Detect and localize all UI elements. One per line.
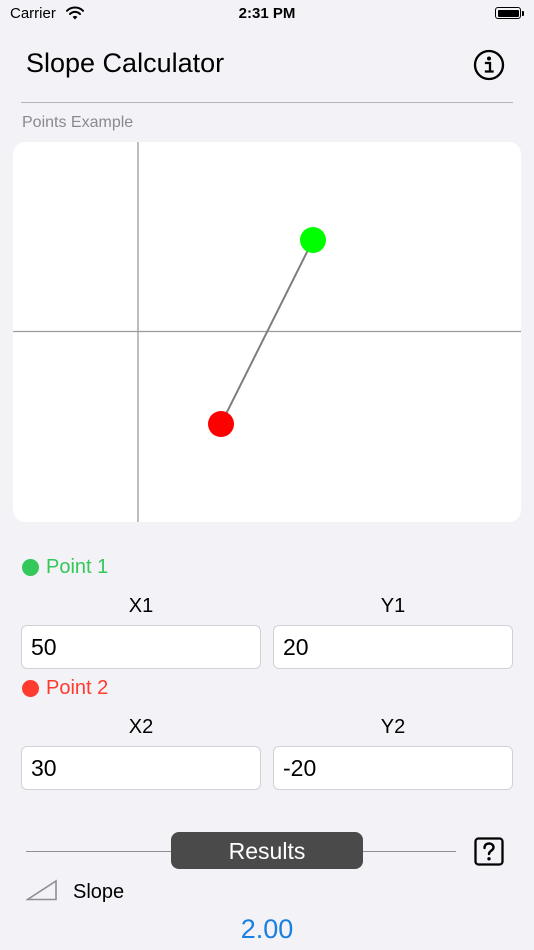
point1-heading: Point 1	[22, 556, 108, 579]
points-graph	[13, 142, 521, 522]
x2-label: X2	[128, 716, 154, 738]
results-divider-right	[362, 851, 456, 852]
point2-marker	[208, 411, 234, 437]
point2-dot-icon	[22, 680, 39, 697]
slope-triangle-icon	[26, 879, 57, 901]
point2-heading-label: Point 2	[46, 677, 109, 699]
status-bar: Carrier 2:31 PM	[0, 0, 534, 30]
battery-icon	[495, 7, 521, 19]
graph-canvas	[13, 142, 521, 522]
y2-label: Y2	[380, 716, 406, 738]
point1-dot-icon	[22, 559, 39, 576]
results-divider-left	[26, 851, 172, 852]
info-icon[interactable]	[473, 49, 505, 81]
x1-label: X1	[128, 595, 154, 617]
header-divider	[21, 102, 513, 103]
results-button[interactable]: Results	[171, 832, 363, 869]
battery-tip	[522, 11, 524, 16]
point1-heading-label: Point 1	[46, 556, 109, 578]
status-time: 2:31 PM	[238, 5, 296, 22]
y1-input[interactable]	[273, 625, 513, 669]
question-mark-icon[interactable]	[474, 837, 504, 866]
point1-marker	[300, 227, 326, 253]
point2-heading: Point 2	[22, 677, 108, 700]
y2-input[interactable]	[273, 746, 513, 790]
slope-label: Slope	[73, 881, 125, 903]
y1-label: Y1	[380, 595, 406, 617]
page-title: Slope Calculator	[26, 48, 225, 78]
graph-section-label: Points Example	[22, 114, 134, 131]
x2-input[interactable]	[21, 746, 261, 790]
slope-value: 2.00	[240, 914, 294, 944]
x1-input[interactable]	[21, 625, 261, 669]
